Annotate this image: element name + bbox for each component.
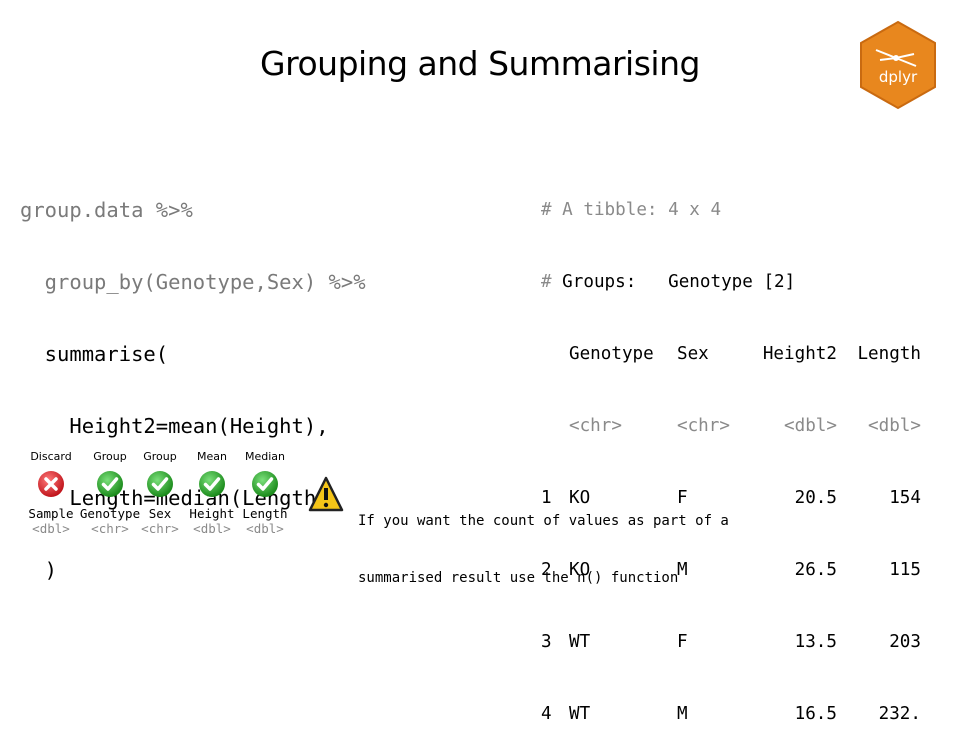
check-icon [147, 471, 173, 497]
cell-length: 232. [878, 704, 921, 724]
legend-action: Median [244, 450, 285, 463]
legend-item: Discard Sample <dbl> [20, 450, 82, 536]
groups-header: # Groups: Genotype [2] [541, 272, 796, 292]
legend-item: Group Sex <chr> [140, 450, 180, 536]
col-header: Height2 [762, 344, 837, 364]
cross-icon [38, 471, 64, 497]
row-index: 3 [541, 632, 552, 652]
legend-column-name: Sample [28, 506, 74, 521]
cell-height2: 13.5 [794, 632, 837, 652]
col-type: <dbl> [784, 416, 837, 436]
legend-column-name: Length [242, 506, 288, 521]
cell-sex: M [677, 704, 688, 724]
code-line: group.data %>% [20, 198, 193, 222]
check-icon [97, 471, 123, 497]
cell-height2: 26.5 [794, 560, 837, 580]
cell-length: 115 [889, 560, 921, 580]
row-index: 4 [541, 704, 552, 724]
cell-sex: F [677, 632, 688, 652]
legend-action: Discard [30, 450, 72, 463]
legend-column-type: <dbl> [246, 521, 284, 536]
cell-length: 154 [889, 488, 921, 508]
col-header: Sex [677, 344, 709, 364]
groups-text: Groups: Genotype [2] [551, 272, 796, 292]
cell-height2: 16.5 [794, 704, 837, 724]
legend-item: Median Length <dbl> [240, 450, 290, 536]
legend-action: Group [93, 450, 127, 463]
legend-column-type: <dbl> [32, 521, 70, 536]
table-row: 4 WT M 16.5 232. [541, 702, 921, 726]
col-type: <chr> [677, 416, 730, 436]
col-type: <dbl> [868, 416, 921, 436]
dplyr-logo-icon: dplyr [860, 20, 936, 110]
legend-item: Mean Height <dbl> [188, 450, 236, 536]
check-icon [252, 471, 278, 497]
note-text: If you want the count of values as part … [358, 474, 729, 607]
note-line: summarised result use the n() function [358, 570, 679, 586]
legend-column-name: Height [189, 506, 235, 521]
tibble-header: # A tibble: 4 x 4 [541, 200, 722, 220]
col-header: Length [857, 344, 921, 364]
slide-title: Grouping and Summarising [260, 44, 700, 83]
logo-text: dplyr [879, 68, 918, 86]
legend-column-name: Sex [148, 506, 172, 521]
tibble-output: # A tibble: 4 x 4 # Groups: Genotype [2]… [541, 150, 921, 750]
code-line: summarise( [20, 342, 169, 366]
cell-genotype: WT [569, 704, 591, 724]
column-headers: Genotype Sex Height2 Length [541, 342, 921, 366]
column-types: <chr> <chr> <dbl> <dbl> [541, 414, 921, 438]
code-line: ) [20, 558, 58, 582]
legend-column-type: <chr> [91, 521, 129, 536]
legend-column-type: <chr> [141, 521, 179, 536]
column-legend: Discard Sample <dbl> Group Genotype <chr… [20, 450, 310, 540]
col-type: <chr> [569, 416, 622, 436]
legend-item: Group Genotype <chr> [78, 450, 142, 536]
legend-column-name: Genotype [79, 506, 141, 521]
warning-icon [308, 476, 344, 512]
check-icon [199, 471, 225, 497]
note-line: If you want the count of values as part … [358, 513, 729, 529]
code-line: Height2=mean(Height), [20, 414, 329, 438]
cell-length: 203 [889, 632, 921, 652]
legend-column-type: <dbl> [193, 521, 231, 536]
cell-genotype: WT [569, 632, 591, 652]
table-row: 3 WT F 13.5 203 [541, 630, 921, 654]
code-line: group_by(Genotype,Sex) %>% [20, 270, 366, 294]
cell-height2: 20.5 [794, 488, 837, 508]
legend-action: Group [143, 450, 177, 463]
col-header: Genotype [569, 344, 654, 364]
legend-action: Mean [197, 450, 227, 463]
